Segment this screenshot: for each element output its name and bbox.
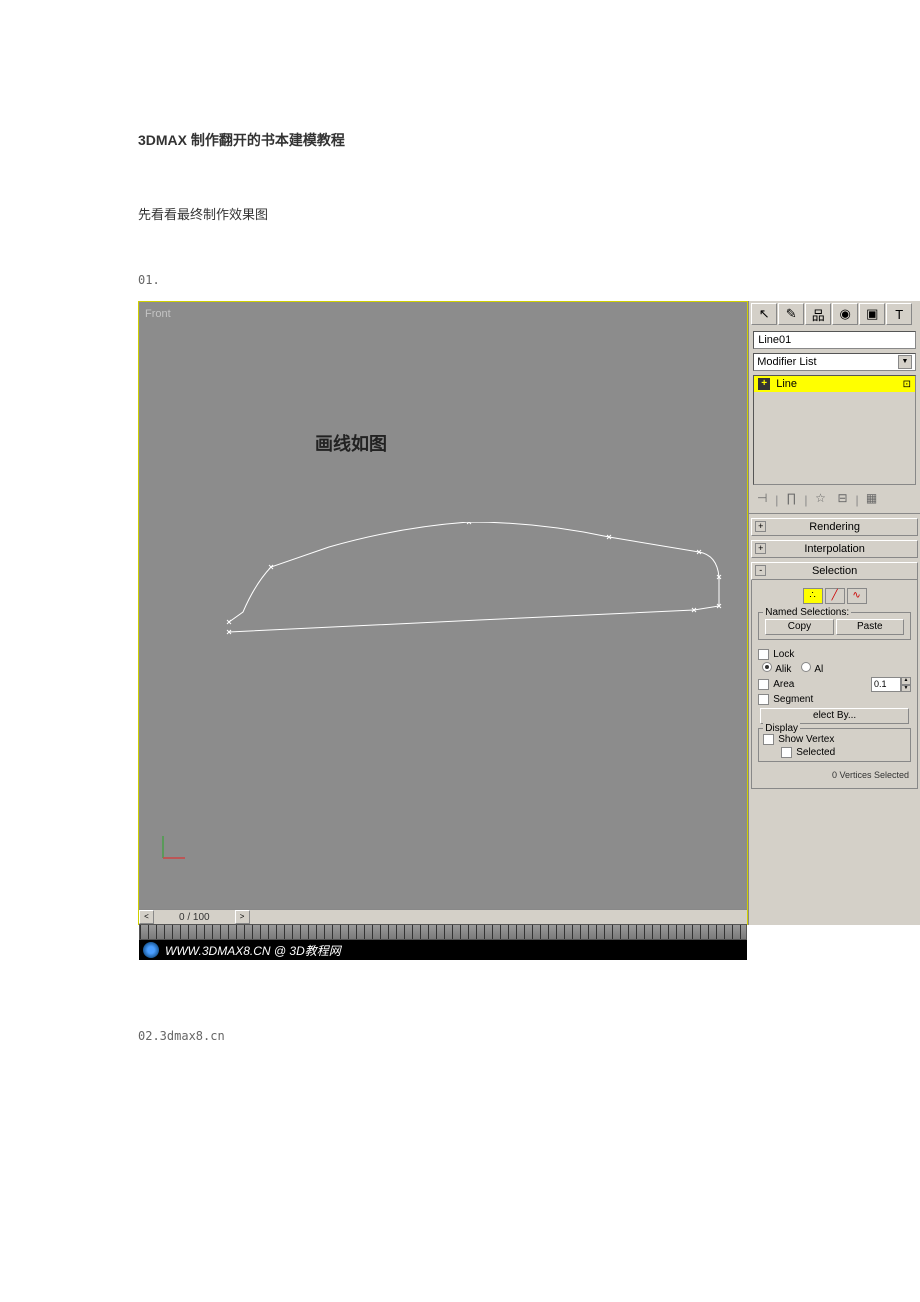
show-vertex-row: Show Vertex: [761, 733, 908, 746]
screenshot: Front 画线如图: [138, 301, 920, 925]
axis-indicator-icon: [157, 834, 187, 864]
collapse-minus-icon[interactable]: -: [755, 565, 766, 576]
utilities-tab-icon[interactable]: T: [886, 303, 912, 325]
viewport-front[interactable]: Front 画线如图: [138, 301, 748, 925]
create-tab-icon[interactable]: ↖: [751, 303, 777, 325]
rollout-interpolation: + Interpolation: [751, 540, 918, 558]
command-panel: ↖ ✎ 品 ◉ ▣ T Line01 Modifier List ▼ + Lin…: [748, 301, 920, 925]
subobject-level-icons: ∴ ╱ ∿: [756, 584, 913, 608]
chevron-down-icon[interactable]: ▼: [898, 355, 912, 369]
spline-drawing: [199, 522, 729, 652]
watermark-text: WWW.3DMAX8.CN @ 3D教程网: [165, 942, 341, 959]
segment-level-icon[interactable]: ╱: [825, 588, 845, 604]
display-label: Display: [763, 723, 800, 734]
unique-icon[interactable]: ⊟: [833, 491, 851, 509]
select-by-button[interactable]: elect By...: [760, 708, 909, 724]
rollout-selection: - Selection ∴ ╱ ∿ Named Selections: Copy…: [751, 562, 918, 789]
area-spinner[interactable]: 0.1 ▲ ▼: [871, 677, 911, 692]
display-tab-icon[interactable]: ▣: [859, 303, 885, 325]
rollout-rendering: + Rendering: [751, 518, 918, 536]
logo-icon: [143, 942, 159, 958]
pin-icon[interactable]: ⊣: [753, 491, 771, 509]
lock-checkbox[interactable]: [758, 649, 769, 660]
display-group: Display Show Vertex Selected: [758, 728, 911, 762]
step-number-1: 01.: [138, 273, 920, 287]
page-subtitle: 先看看最终制作效果图: [138, 204, 920, 223]
stack-toolbar: ⊣ | ∏ | ☆ ⊟ | ▦: [749, 487, 920, 514]
stack-item-line[interactable]: + Line ⊡: [754, 376, 915, 392]
hierarchy-tab-icon[interactable]: 品: [805, 303, 831, 325]
scroll-right-icon[interactable]: >: [235, 910, 250, 924]
vertex-level-icon[interactable]: ∴: [803, 588, 823, 604]
expand-icon[interactable]: +: [758, 378, 770, 390]
selection-status: 0 Vertices Selected: [756, 766, 913, 784]
paste-button[interactable]: Paste: [836, 619, 904, 635]
show-vertex-checkbox[interactable]: [763, 734, 774, 745]
spinner-up-icon[interactable]: ▲: [901, 677, 911, 685]
viewport-caption: 画线如图: [315, 430, 387, 456]
watermark-bar: WWW.3DMAX8.CN @ 3D教程网: [139, 940, 747, 960]
expand-plus-icon[interactable]: +: [755, 543, 766, 554]
rollout-selection-header[interactable]: - Selection: [751, 562, 918, 580]
named-selections-label: Named Selections:: [763, 607, 851, 618]
expand-plus-icon[interactable]: +: [755, 521, 766, 532]
show-result-icon[interactable]: ☆: [811, 491, 829, 509]
modifier-stack[interactable]: + Line ⊡: [753, 375, 916, 485]
alik-radio[interactable]: [762, 662, 772, 672]
al-radio[interactable]: [801, 662, 811, 672]
object-name-input[interactable]: Line01: [753, 331, 916, 349]
segment-checkbox-row: Segment: [756, 693, 913, 706]
selected-checkbox[interactable]: [781, 747, 792, 758]
lock-checkbox-row: Lock: [756, 648, 913, 661]
rollout-interpolation-header[interactable]: + Interpolation: [751, 540, 918, 558]
rollout-rendering-header[interactable]: + Rendering: [751, 518, 918, 536]
spinner-down-icon[interactable]: ▼: [901, 685, 911, 693]
timeline-frame: 0 / 100: [154, 912, 235, 923]
modifier-list-dropdown[interactable]: Modifier List ▼: [753, 353, 916, 371]
copy-button[interactable]: Copy: [765, 619, 833, 635]
viewport-label: Front: [145, 308, 171, 320]
stack-icon[interactable]: ∏: [782, 491, 800, 509]
timeline-scrollbar[interactable]: < 0 / 100 >: [139, 909, 747, 924]
area-checkbox[interactable]: [758, 679, 769, 690]
named-selections-group: Named Selections: Copy Paste: [758, 612, 911, 640]
stack-item-icon: ⊡: [903, 379, 911, 390]
selected-row: Selected: [761, 746, 908, 759]
step-number-2: 02.3dmax8.cn: [138, 1029, 920, 1043]
configure-icon[interactable]: ▦: [863, 491, 881, 509]
timeline-ruler[interactable]: [139, 924, 747, 940]
motion-tab-icon[interactable]: ◉: [832, 303, 858, 325]
area-input[interactable]: 0.1: [871, 677, 901, 692]
page-title: 3DMAX 制作翻开的书本建模教程: [138, 130, 920, 150]
area-checkbox-row: Area 0.1 ▲ ▼: [756, 676, 913, 693]
panel-tabs: ↖ ✎ 品 ◉ ▣ T: [749, 301, 920, 327]
handle-type-radios: Alik Al: [756, 661, 913, 676]
scroll-left-icon[interactable]: <: [139, 910, 154, 924]
spline-level-icon[interactable]: ∿: [847, 588, 867, 604]
segment-checkbox[interactable]: [758, 694, 769, 705]
modify-tab-icon[interactable]: ✎: [778, 303, 804, 325]
